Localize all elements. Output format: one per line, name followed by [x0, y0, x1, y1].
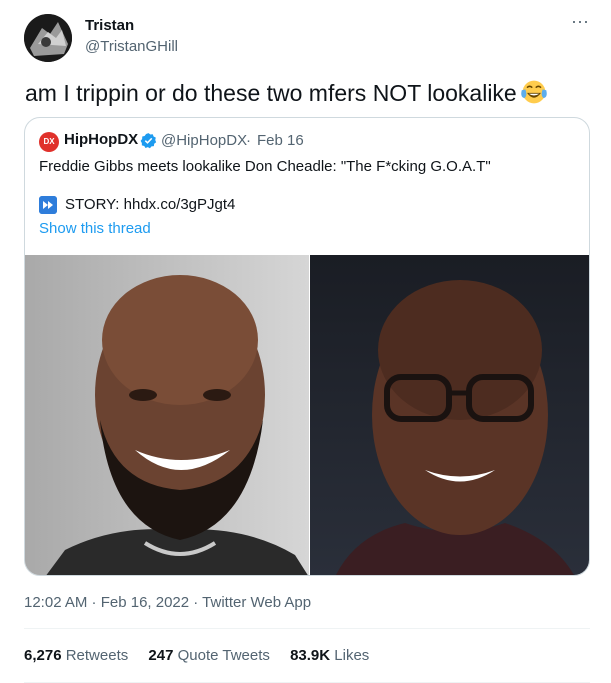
show-thread-link[interactable]: Show this thread [39, 220, 151, 237]
retweets-stat[interactable]: 6,276 Retweets [24, 647, 128, 664]
avatar-photo [24, 14, 72, 62]
quoted-tweet-card[interactable]: DX HipHopDX @HipHopDX · Feb 16 Freddie G… [24, 117, 590, 576]
quote-source-handle[interactable]: @HipHopDX [161, 132, 247, 149]
author-name[interactable]: Tristan [85, 17, 134, 34]
retweets-count: 6,276 [24, 647, 62, 664]
quote-images[interactable] [25, 255, 590, 576]
likes-label: Likes [334, 647, 370, 664]
quotes-label: Quote Tweets [177, 647, 270, 664]
fast-forward-icon [39, 196, 57, 214]
face-with-tears-of-joy-icon [520, 80, 547, 104]
quotes-stat[interactable]: 247 Quote Tweets [148, 647, 269, 664]
avatar[interactable] [24, 14, 72, 62]
quote-story-link[interactable]: STORY: hhdx.co/3gPJgt4 [65, 196, 235, 213]
tweet-timestamp[interactable]: 12:02 AM · Feb 16, 2022 · Twitter Web Ap… [24, 594, 311, 611]
quote-separator: · [246, 132, 251, 149]
tweet-text-content: am I trippin or do these two mfers NOT l… [25, 80, 517, 106]
verified-badge-icon [140, 133, 157, 149]
retweets-label: Retweets [65, 647, 129, 664]
more-dots-icon[interactable]: ··· [568, 12, 592, 34]
hiphopdx-logo: DX [39, 132, 59, 152]
likes-stat[interactable]: 83.9K Likes [290, 647, 369, 664]
author-handle[interactable]: @TristanGHill [85, 38, 178, 55]
engagement-stats: 6,276 Retweets 247 Quote Tweets 83.9K Li… [24, 647, 385, 664]
don-cheadle-photo[interactable] [310, 255, 590, 576]
quote-source-name[interactable]: HipHopDX [64, 131, 138, 148]
quote-text: Freddie Gibbs meets lookalike Don Cheadl… [39, 158, 491, 175]
likes-count: 83.9K [290, 647, 331, 664]
tweet-text: am I trippin or do these two mfers NOT l… [25, 78, 548, 107]
freddie-gibbs-photo[interactable] [25, 255, 309, 576]
divider [24, 628, 590, 629]
quote-date[interactable]: Feb 16 [257, 132, 304, 149]
quotes-count: 247 [148, 647, 174, 664]
